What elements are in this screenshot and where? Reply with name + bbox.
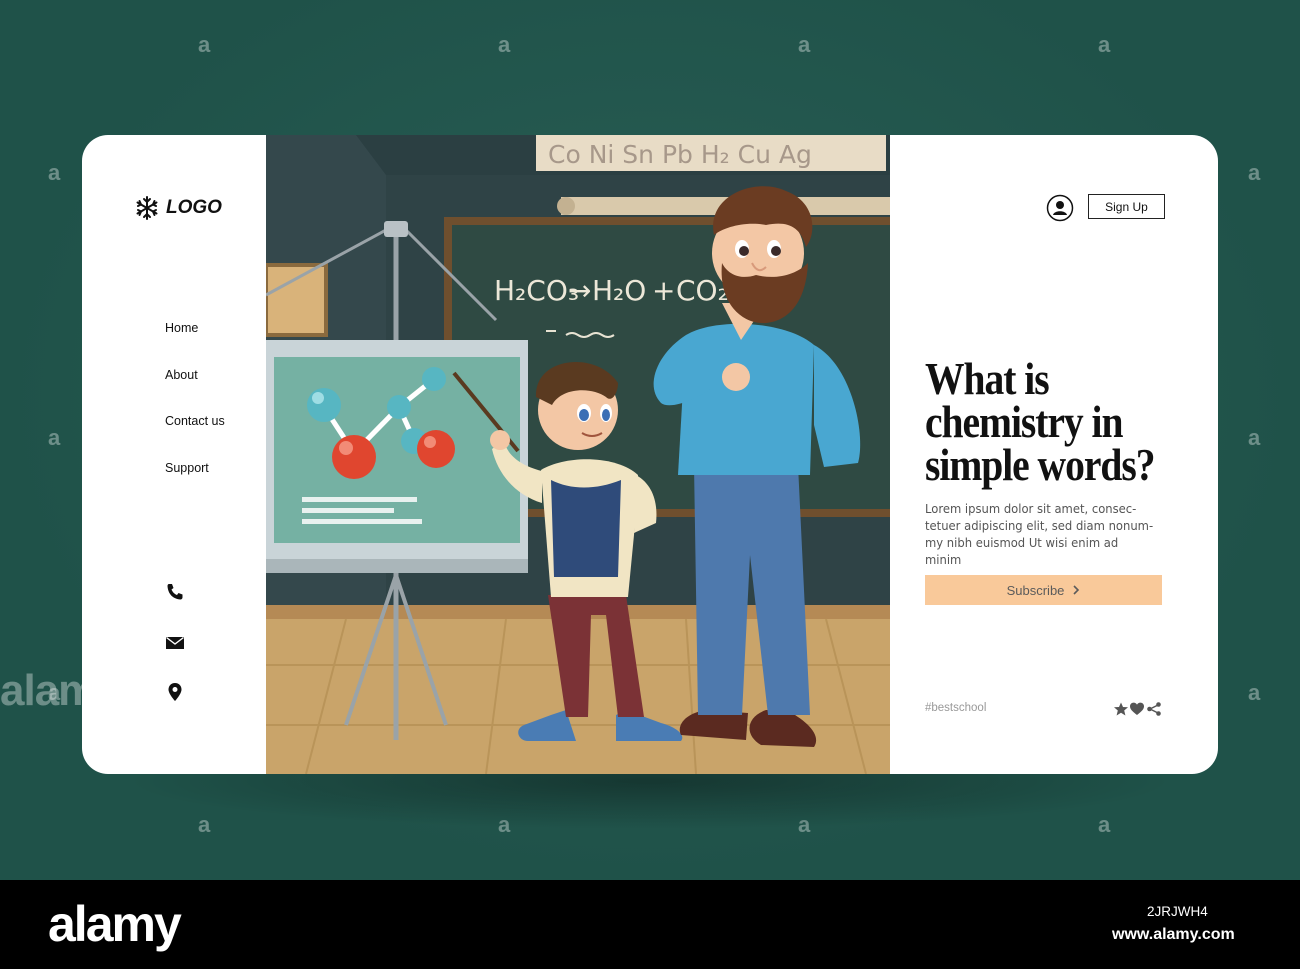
stock-brand: alamy xyxy=(48,896,182,952)
formula-part: H₂CO₃ xyxy=(494,274,579,307)
watermark-glyph: a xyxy=(1248,680,1261,705)
star-icon[interactable] xyxy=(1113,701,1129,717)
watermark-glyph: a xyxy=(48,425,61,450)
hero-title-line: simple words? xyxy=(925,439,1155,490)
nav-item-contact-us[interactable]: Contact us xyxy=(165,414,225,461)
phone-icon[interactable] xyxy=(164,581,186,603)
nav-item-home[interactable]: Home xyxy=(165,321,225,368)
watermark-glyph: a xyxy=(1248,425,1261,450)
watermark-glyph: a xyxy=(48,160,61,185)
stock-site: www.alamy.com xyxy=(1112,926,1235,943)
subscribe-label: Subscribe xyxy=(1006,582,1065,598)
nav-item-support[interactable]: Support xyxy=(165,461,225,508)
hashtag[interactable]: #bestschool xyxy=(925,702,986,714)
snowflake-icon xyxy=(136,196,158,220)
stock-image-id: 2JRJWH4 xyxy=(1147,904,1208,919)
hero-description: Lorem ipsum dolor sit amet, consec-tetue… xyxy=(925,502,1154,567)
hero-title-line: chemistry in xyxy=(925,396,1124,447)
formula-part: + xyxy=(652,274,675,307)
hero-title-line: What is xyxy=(925,353,1050,404)
sidebar-nav: Home About Contact us Support xyxy=(165,321,225,507)
heart-icon[interactable] xyxy=(1129,701,1145,717)
watermark-glyph: a xyxy=(1248,160,1261,185)
classroom-illustration: H₂CO₃ → H₂O + CO₂ Co Ni Sn Pb H₂ Cu Ag xyxy=(266,135,890,774)
subscribe-button[interactable]: Subscribe xyxy=(925,575,1162,605)
watermark-glyph: a xyxy=(798,32,811,57)
chevron-right-icon xyxy=(1073,585,1080,595)
hero-title: What is chemistry in simple words? xyxy=(925,353,1155,490)
element-symbols: Co Ni Sn Pb H₂ Cu Ag xyxy=(548,140,812,169)
location-pin-icon[interactable] xyxy=(164,681,186,703)
formula-part: H₂O xyxy=(592,274,646,307)
formula-part: → xyxy=(568,274,591,307)
stock-footer-bar xyxy=(0,880,1300,969)
sign-up-button[interactable]: Sign Up xyxy=(1088,194,1165,219)
chemical-formula: H₂CO₃→ H₂O + CO₂ xyxy=(494,274,729,307)
landing-card: LOGO Home About Contact us Support H₂CO₃… xyxy=(82,135,1218,774)
classroom-scene: H₂CO₃→ H₂O + CO₂ Co Ni Sn Pb H₂ Cu Ag xyxy=(266,135,890,774)
nav-item-about[interactable]: About xyxy=(165,368,225,415)
logo-text: LOGO xyxy=(166,197,222,218)
watermark-glyph: a xyxy=(198,32,211,57)
watermark-glyph: a xyxy=(1098,32,1111,57)
watermark-glyph: a xyxy=(498,32,511,57)
logo[interactable]: LOGO xyxy=(134,195,222,221)
mail-icon[interactable] xyxy=(164,632,186,654)
user-icon[interactable] xyxy=(1046,194,1074,222)
share-icon[interactable] xyxy=(1146,701,1162,717)
